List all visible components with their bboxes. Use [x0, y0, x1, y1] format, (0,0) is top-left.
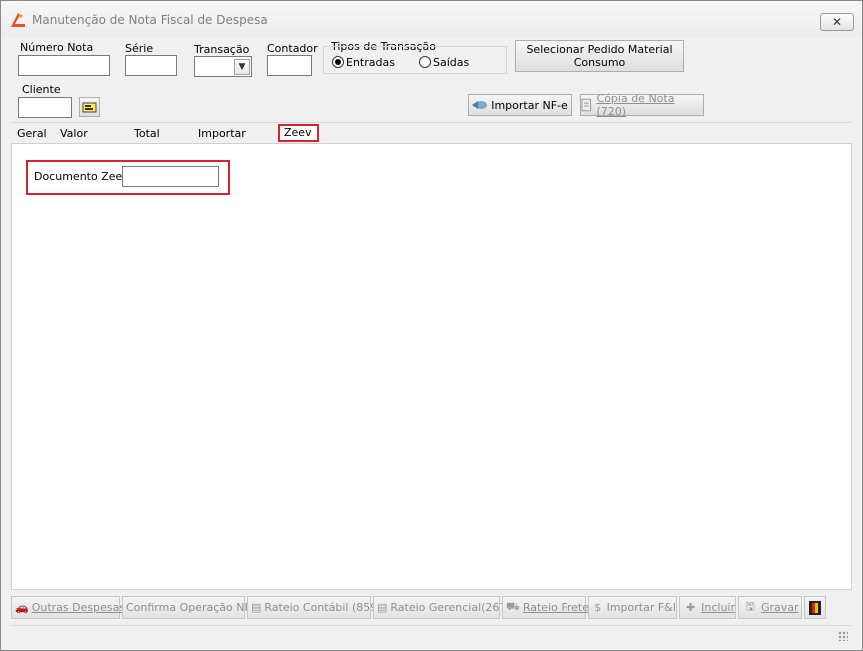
outras-despesas-label: Outras Despesas: [31, 601, 126, 614]
rateio-gerencial-label: Rateio Gerencial(267): [390, 601, 511, 614]
cliente-search-button[interactable]: [79, 97, 100, 117]
documento-zeev-input[interactable]: [122, 166, 219, 187]
selecionar-pedido-button[interactable]: Selecionar Pedido Material Consumo: [515, 40, 684, 72]
document-icon: ▤: [377, 601, 388, 614]
outras-despesas-button[interactable]: 🚗 Outras Despesas: [11, 596, 125, 619]
car-icon: 🚗: [15, 601, 29, 614]
document-icon: ▤: [251, 601, 262, 614]
contador-input[interactable]: [267, 55, 312, 76]
exit-door-icon: [809, 600, 821, 615]
documento-zeev-label: Documento Zeev: [34, 170, 129, 183]
numero-nota-label: Número Nota: [20, 41, 94, 54]
tab-total-itens[interactable]: Total Itens: [130, 125, 165, 158]
save-icon: 🖫: [745, 600, 755, 613]
incluir-label: Incluir: [701, 601, 735, 614]
importar-fi-label: Importar F&I: [606, 601, 676, 614]
truck-icon: ⛟: [506, 600, 520, 613]
cliente-input[interactable]: [18, 97, 72, 118]
window-title: Manutenção de Nota Fiscal de Despesa: [32, 13, 268, 27]
tab-geral[interactable]: Geral: [13, 125, 51, 143]
document-copy-icon: [581, 98, 592, 112]
numero-nota-input[interactable]: [18, 55, 110, 76]
chevron-down-icon[interactable]: ▼: [234, 59, 250, 75]
rateio-contabil-button[interactable]: ▤ Rateio Contábil (859): [247, 596, 382, 619]
rateio-frete-button[interactable]: ⛟ Rateio Frete: [502, 596, 590, 619]
dollar-icon: $: [594, 601, 602, 614]
radio-saidas[interactable]: [419, 56, 431, 68]
radio-entradas-label[interactable]: Entradas: [346, 56, 395, 69]
import-icon: [472, 101, 488, 109]
importar-nfe-button[interactable]: Importar NF-e: [468, 94, 572, 116]
confirma-operacao-label: Confirma Operação NF-e: [126, 601, 262, 614]
rateio-contabil-label: Rateio Contábil (859): [264, 601, 382, 614]
status-bar: [11, 625, 852, 644]
title-bar: Manutenção de Nota Fiscal de Despesa ✕: [1, 1, 862, 37]
transacao-label: Transação: [194, 43, 250, 56]
contador-label: Contador: [267, 42, 318, 55]
cliente-label: Cliente: [22, 83, 61, 96]
selecionar-pedido-line1: Selecionar Pedido Material: [526, 43, 673, 56]
radio-saidas-label[interactable]: Saídas: [433, 56, 469, 69]
tab-importar-notas[interactable]: Importar Notas: [194, 125, 250, 158]
rateio-gerencial-button[interactable]: ▤ Rateio Gerencial(267): [373, 596, 511, 619]
header-divider: [11, 122, 852, 123]
plus-icon: ✚: [685, 601, 696, 614]
transacao-select[interactable]: ▼: [194, 56, 252, 77]
exit-button[interactable]: [804, 596, 826, 619]
confirma-operacao-button[interactable]: Confirma Operação NF-e: [122, 596, 262, 619]
copia-nota-label: Cópia de Nota (720): [596, 92, 675, 118]
close-button[interactable]: ✕: [820, 13, 854, 31]
resize-grip[interactable]: [838, 631, 848, 641]
serie-input[interactable]: [125, 55, 177, 76]
radio-entradas[interactable]: [332, 56, 344, 68]
main-window: Manutenção de Nota Fiscal de Despesa ✕ N…: [0, 0, 863, 651]
pointing-hand-icon: [82, 102, 96, 112]
copia-nota-button[interactable]: Cópia de Nota (720): [580, 92, 704, 118]
gravar-button[interactable]: 🖫 Gravar: [738, 596, 802, 619]
gravar-label: Gravar: [761, 601, 799, 614]
app-logo-icon: [11, 13, 25, 27]
importar-fi-button[interactable]: $ Importar F&I: [588, 596, 677, 619]
tab-zeev[interactable]: Zeev: [278, 124, 319, 142]
incluir-button[interactable]: ✚ Incluir: [679, 596, 736, 619]
importar-nfe-label: Importar NF-e: [491, 98, 568, 112]
zeev-tab-panel: Documento Zeev: [11, 143, 852, 590]
selecionar-pedido-line2: Consumo: [573, 56, 626, 69]
tab-valor-servico[interactable]: Valor Serviço: [56, 125, 105, 158]
close-icon: ✕: [831, 15, 843, 29]
serie-label: Série: [125, 42, 154, 55]
rateio-frete-label: Rateio Frete: [522, 601, 590, 614]
